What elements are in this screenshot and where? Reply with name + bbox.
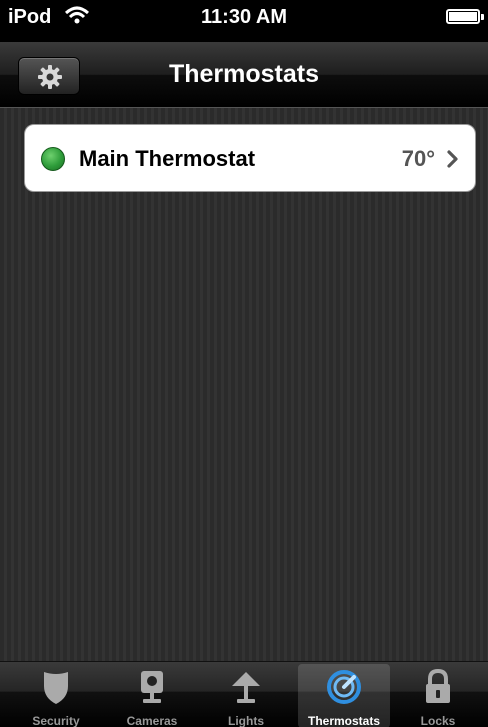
camera-icon xyxy=(141,671,163,703)
lamp-icon xyxy=(232,672,260,703)
tab-lights[interactable]: Lights xyxy=(200,664,292,727)
thermostat-temperature: 70° xyxy=(401,146,435,171)
tab-security[interactable]: Security xyxy=(10,664,102,727)
status-indicator-icon xyxy=(41,147,65,171)
thermostat-row-main[interactable]: Main Thermostat 70° xyxy=(24,124,476,192)
tab-label-thermostats: Thermostats xyxy=(307,714,381,727)
tab-label-lights: Lights xyxy=(228,714,264,727)
chevron-right-icon xyxy=(447,150,458,168)
status-time: 11:30 AM xyxy=(201,6,287,28)
tab-label-cameras: Cameras xyxy=(126,714,178,727)
tab-bar: Security Cameras Lights Thermostats Lock… xyxy=(0,661,488,727)
thermostat-list: Main Thermostat 70° xyxy=(0,108,488,661)
padlock-icon xyxy=(426,668,450,703)
tab-locks[interactable]: Locks xyxy=(392,664,484,727)
tab-label-locks: Locks xyxy=(420,714,456,727)
shield-icon xyxy=(44,672,68,704)
navigation-bar: Thermostats xyxy=(0,42,488,108)
tab-cameras[interactable]: Cameras xyxy=(106,664,198,727)
tab-label-security: Security xyxy=(32,714,80,727)
thermostat-dial-icon xyxy=(327,670,361,704)
battery-icon xyxy=(446,9,484,24)
tab-thermostats[interactable]: Thermostats xyxy=(298,664,390,727)
status-bar: iPod 11:30 AM xyxy=(0,0,488,42)
thermostat-name: Main Thermostat xyxy=(79,146,256,171)
page-title: Thermostats xyxy=(168,60,320,88)
